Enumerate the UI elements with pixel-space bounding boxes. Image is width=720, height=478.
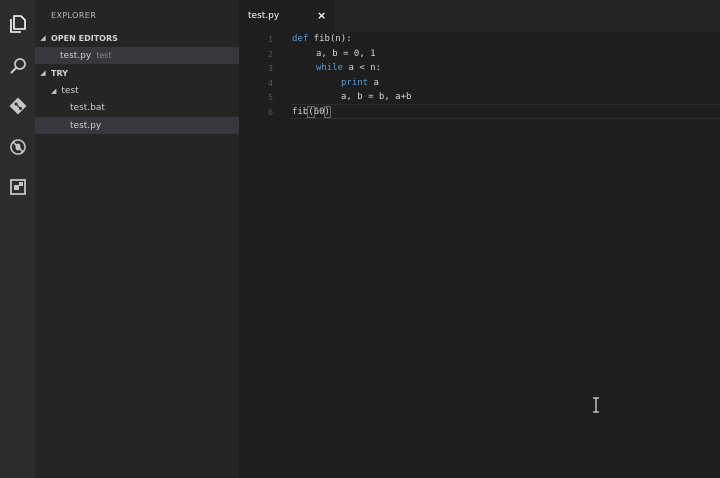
workspace-header[interactable]: ◢ TRY	[35, 65, 239, 81]
line-number: 1	[268, 35, 273, 44]
folder-label: test	[61, 85, 79, 96]
line-number: 5	[268, 93, 273, 102]
open-editor-item[interactable]: test.py test	[35, 47, 239, 64]
code-text: a, b = b, a+b	[341, 92, 412, 102]
keyword: def	[292, 34, 309, 44]
editor-tab-bar: test.py ×	[239, 0, 720, 32]
activity-bar	[0, 0, 35, 478]
tab-test-py[interactable]: test.py ×	[239, 0, 335, 32]
debug-activity-button[interactable]	[0, 127, 35, 167]
code-text: a, b = 0, 1	[316, 49, 376, 59]
keyword: print	[341, 78, 369, 88]
git-icon	[9, 97, 26, 115]
search-activity-button[interactable]	[0, 46, 35, 86]
extensions-icon	[9, 179, 26, 195]
explorer-sidebar: EXPLORER ◢ OPEN EDITORS test.py test ◢ T…	[35, 0, 239, 478]
matching-bracket: )	[323, 106, 332, 118]
debug-icon	[9, 139, 26, 155]
git-activity-button[interactable]	[0, 86, 35, 126]
code-line-2: a, b = 0, 1	[316, 47, 376, 62]
code-line-1: def fib(n):	[292, 32, 352, 47]
line-number: 4	[268, 79, 273, 88]
code-line-5: a, b = b, a+b	[341, 90, 411, 105]
file-row-test-py[interactable]: test.py	[35, 117, 239, 134]
line-number: 2	[268, 50, 273, 59]
chevron-down-icon: ◢	[40, 69, 46, 77]
chevron-down-icon: ◢	[40, 34, 46, 42]
code-line-3: while a < n:	[316, 61, 381, 76]
code-text: fib	[292, 107, 309, 117]
vscode-window: EXPLORER ◢ OPEN EDITORS test.py test ◢ T…	[0, 0, 720, 478]
code-text: a	[368, 78, 379, 88]
code-line-4: print a	[341, 76, 379, 91]
file-row-test-bat[interactable]: test.bat	[35, 99, 239, 116]
chevron-down-icon: ◢	[51, 86, 57, 95]
workspace-label: TRY	[51, 68, 68, 78]
sidebar-title: EXPLORER	[51, 11, 97, 20]
code-text: fib(n):	[308, 34, 352, 44]
extensions-activity-button[interactable]	[0, 167, 35, 207]
keyword: while	[316, 63, 344, 73]
text-cursor-icon	[593, 397, 599, 413]
code-editor[interactable]: 1 2 3 4 5 6 def fib(n): a, b = 0, 1 whil…	[239, 32, 720, 478]
tab-label: test.py	[248, 11, 280, 21]
code-line-6: fib(60)	[292, 105, 332, 120]
file-label: test.py	[70, 120, 102, 131]
line-number: 3	[268, 64, 273, 73]
file-label: test.bat	[70, 102, 105, 113]
code-text: a < n:	[343, 63, 382, 73]
code-text: 60	[313, 107, 325, 117]
open-editor-filename: test.py	[60, 50, 92, 61]
open-editor-folder: test	[96, 51, 112, 60]
search-icon	[9, 58, 26, 74]
close-icon[interactable]: ×	[317, 9, 326, 22]
current-line-highlight	[291, 104, 720, 119]
explorer-activity-button[interactable]	[0, 4, 35, 44]
folder-row-test[interactable]: ◢ test	[35, 82, 239, 99]
line-number: 6	[268, 108, 273, 117]
files-icon	[9, 15, 26, 33]
open-editors-label: OPEN EDITORS	[51, 33, 118, 43]
open-editors-header[interactable]: ◢ OPEN EDITORS	[35, 30, 239, 46]
